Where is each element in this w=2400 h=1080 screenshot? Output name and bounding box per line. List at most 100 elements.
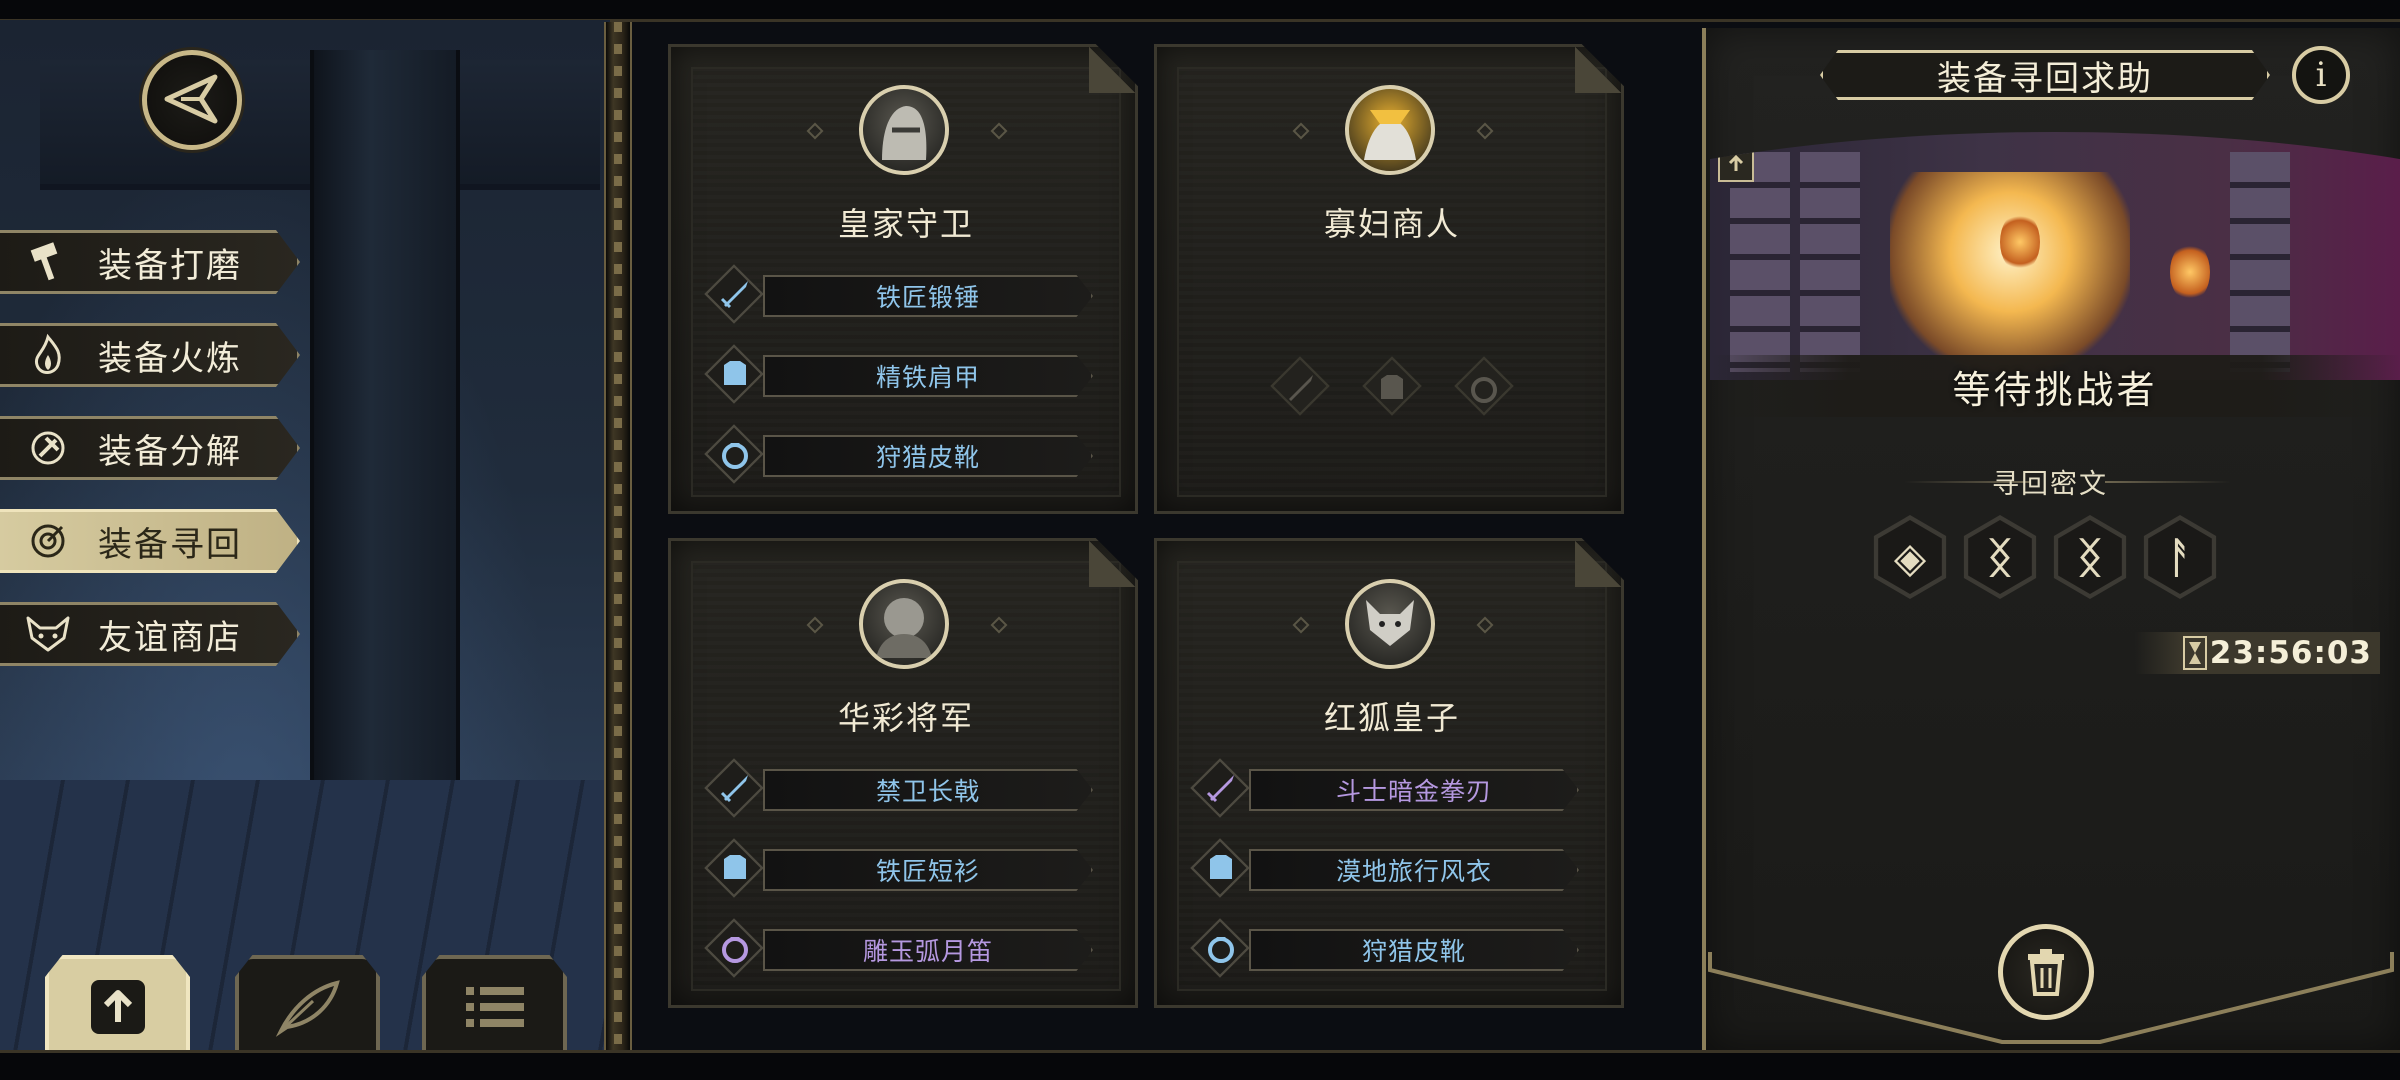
general-portrait-icon: [876, 598, 932, 658]
equipment-row[interactable]: 狩猎皮靴: [1190, 918, 1583, 979]
hammer-icon: [18, 232, 78, 292]
equipment-label: 精铁肩甲: [763, 355, 1093, 397]
equipment-label: 狩猎皮靴: [1249, 929, 1579, 971]
panel-title: 装备寻回求助: [1820, 50, 2270, 100]
equipment-label: 漠地旅行风衣: [1249, 849, 1579, 891]
tab-upload[interactable]: [45, 955, 190, 1055]
menu-item-polish[interactable]: 装备打磨: [0, 230, 300, 294]
equipment-row[interactable]: 狩猎皮靴: [704, 424, 1097, 485]
armor-icon: [1198, 845, 1244, 891]
ring-icon: [712, 431, 758, 477]
avatar: [859, 579, 949, 669]
challenger-card[interactable]: 皇家守卫 铁匠锻锤 精铁肩甲 狩猎皮靴: [668, 44, 1138, 514]
menu-label: 装备寻回: [98, 524, 242, 565]
card-fold: [1089, 541, 1135, 587]
ring-icon: [712, 925, 758, 971]
card-fold: [1575, 541, 1621, 587]
timer-value: 23:56:03: [2209, 635, 2372, 671]
top-border: [0, 0, 2400, 22]
trash-icon: [2028, 949, 2064, 996]
character-name: 寡妇商人: [1323, 205, 1460, 243]
character-name: 华彩将军: [837, 699, 974, 737]
library-scene-image: [1710, 132, 2400, 380]
bookshelf: [1800, 152, 1860, 372]
equipment-label: 雕玉弧月笛: [763, 929, 1093, 971]
ornament-line: [2105, 481, 2230, 483]
fox-icon: [18, 604, 78, 664]
armor-icon: [1365, 361, 1419, 415]
avatar: [859, 85, 949, 175]
fox-prince-portrait-icon: [1366, 600, 1414, 646]
feather-icon: [275, 980, 340, 1037]
ring-icon: [1457, 361, 1511, 415]
avatar: [1345, 85, 1435, 175]
rune-slot[interactable]: ◈: [1868, 515, 1952, 599]
character-name: 皇家守卫: [837, 205, 974, 243]
glowing-window: [1890, 172, 2130, 372]
bookshelf: [1730, 152, 1790, 372]
character-name: 红狐皇子: [1323, 699, 1460, 737]
ring-icon: [1198, 925, 1244, 971]
tab-feather[interactable]: [235, 955, 380, 1055]
info-button[interactable]: i: [2292, 46, 2350, 104]
disassemble-icon: [18, 418, 78, 478]
upload-file-icon: [90, 980, 145, 1034]
armor-icon: [712, 845, 758, 891]
equipment-row[interactable]: 禁卫长戟: [704, 758, 1097, 819]
merchant-portrait-icon: [1364, 110, 1416, 160]
back-button[interactable]: [142, 50, 242, 150]
countdown-timer: 23:56:03: [2135, 632, 2380, 674]
equipment-label: 铁匠短衫: [763, 849, 1093, 891]
challenger-card[interactable]: 华彩将军 禁卫长戟 铁匠短衫 雕玉弧月笛: [668, 538, 1138, 1008]
rune-slot[interactable]: ᚨ: [2138, 515, 2222, 599]
menu-item-refine[interactable]: 装备火炼: [0, 323, 300, 387]
card-fold: [1089, 47, 1135, 93]
target-icon: [18, 511, 78, 571]
hourglass-icon: [2183, 636, 2207, 670]
sword-icon: [1273, 361, 1327, 415]
info-icon: i: [2315, 55, 2327, 95]
menu-item-retrieve[interactable]: 装备寻回: [0, 509, 300, 573]
menu-label: 友谊商店: [98, 617, 242, 658]
discard-button[interactable]: [1998, 924, 2094, 1020]
menu-item-friendship-shop[interactable]: 友谊商店: [0, 602, 300, 666]
ornate-divider: [604, 22, 632, 1050]
rune-slot[interactable]: ᛝ: [2048, 515, 2132, 599]
rune-slot[interactable]: ᛝ: [1958, 515, 2042, 599]
armor-icon: [712, 351, 758, 397]
menu-item-disassemble[interactable]: 装备分解: [0, 416, 300, 480]
avatar: [1345, 579, 1435, 669]
equipment-label: 禁卫长戟: [763, 769, 1093, 811]
game-screen: 装备打磨 装备火炼 装备分解 装备寻回 友谊商店 皇家守卫 铁匠锻锤 精铁肩甲 …: [0, 0, 2400, 1080]
background-pillar: [310, 50, 460, 870]
rune-glyph: ◈: [1893, 532, 1927, 582]
upload-icon: [1728, 154, 1744, 171]
bottom-border: [0, 1050, 2400, 1080]
rune-glyph: ᛝ: [1987, 532, 2013, 582]
rune-glyph: ᛝ: [2077, 532, 2103, 582]
equipment-row[interactable]: 斗士暗金拳刃: [1190, 758, 1583, 819]
equipment-row[interactable]: 漠地旅行风衣: [1190, 838, 1583, 899]
menu-label: 装备分解: [98, 431, 242, 472]
equipment-label: 狩猎皮靴: [763, 435, 1093, 477]
equipment-row[interactable]: 铁匠锻锤: [704, 264, 1097, 325]
back-arrow-icon: [164, 74, 218, 124]
knight-portrait-icon: [882, 106, 927, 160]
challenger-card[interactable]: 寡妇商人: [1154, 44, 1624, 514]
equipment-row[interactable]: 铁匠短衫: [704, 838, 1097, 899]
equipment-row[interactable]: 精铁肩甲: [704, 344, 1097, 405]
status-banner: 等待挑战者: [1710, 355, 2400, 417]
card-fold: [1575, 47, 1621, 93]
menu-label: 装备火炼: [98, 338, 242, 379]
challenger-card[interactable]: 红狐皇子 斗士暗金拳刃 漠地旅行风衣 狩猎皮靴: [1154, 538, 1624, 1008]
lantern: [2170, 242, 2210, 302]
equipment-label: 斗士暗金拳刃: [1249, 769, 1579, 811]
bookshelf: [2230, 152, 2290, 372]
lantern: [2000, 212, 2040, 272]
sword-icon: [1198, 765, 1244, 811]
equipment-row[interactable]: 雕玉弧月笛: [704, 918, 1097, 979]
menu-label: 装备打磨: [98, 245, 242, 286]
rune-glyph: ᚨ: [2167, 532, 2193, 582]
sword-icon: [712, 271, 758, 317]
tab-list[interactable]: [422, 955, 567, 1055]
